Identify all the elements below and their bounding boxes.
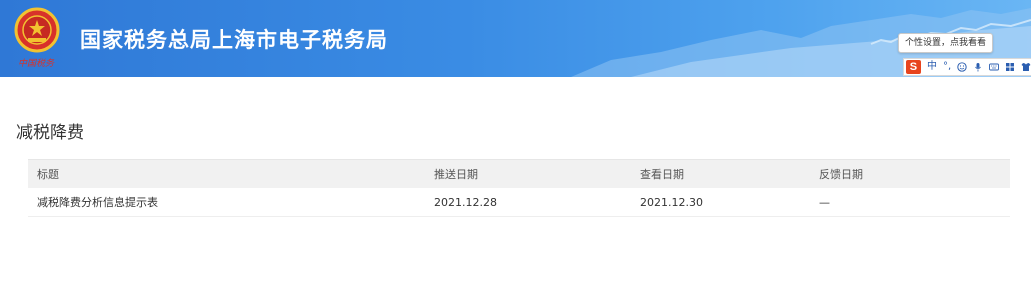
row-push-date: 2021.12.28 bbox=[434, 195, 497, 209]
ime-tooltip: 个性设置，点我看看 bbox=[898, 33, 994, 53]
shirt-icon[interactable] bbox=[1021, 62, 1031, 72]
emblem-caption-text: 中国税务 bbox=[18, 58, 55, 68]
site-title: 国家税务总局上海市电子税务局 bbox=[80, 28, 388, 52]
page-title: 减税降费 bbox=[16, 123, 84, 143]
ime-mode-toggle[interactable]: 中 bbox=[927, 59, 937, 75]
sogou-logo-icon[interactable]: S bbox=[906, 60, 921, 74]
row-view-date: 2021.12.30 bbox=[640, 195, 703, 209]
table-row[interactable]: 减税降费分析信息提示表 2021.12.28 2021.12.30 — bbox=[28, 188, 1010, 217]
site-header: 中国税务 国家税务总局上海市电子税务局 个性设置，点我看看 S 中 °, bbox=[0, 0, 1031, 77]
column-header-push-date: 推送日期 bbox=[434, 168, 478, 181]
row-title-link[interactable]: 减税降费分析信息提示表 bbox=[28, 194, 434, 210]
ime-toolbar[interactable]: S 中 °, bbox=[903, 58, 1031, 76]
grid-icon[interactable] bbox=[1005, 62, 1015, 72]
table-header-row: 标题 推送日期 查看日期 反馈日期 bbox=[28, 159, 1010, 188]
keyboard-icon[interactable] bbox=[989, 62, 999, 72]
national-emblem-icon bbox=[14, 7, 60, 53]
column-header-view-date: 查看日期 bbox=[640, 168, 684, 181]
notice-table: 标题 推送日期 查看日期 反馈日期 减税降费分析信息提示表 2021.12.28… bbox=[28, 159, 1010, 217]
column-header-title: 标题 bbox=[37, 168, 59, 181]
ime-punct-toggle[interactable]: °, bbox=[943, 59, 951, 75]
column-header-feedback-date: 反馈日期 bbox=[819, 168, 863, 181]
tax-brand-logo: 中国税务 bbox=[18, 58, 55, 68]
smiley-icon[interactable] bbox=[957, 62, 967, 72]
row-feedback-date: — bbox=[819, 195, 830, 209]
mic-icon[interactable] bbox=[973, 62, 983, 72]
